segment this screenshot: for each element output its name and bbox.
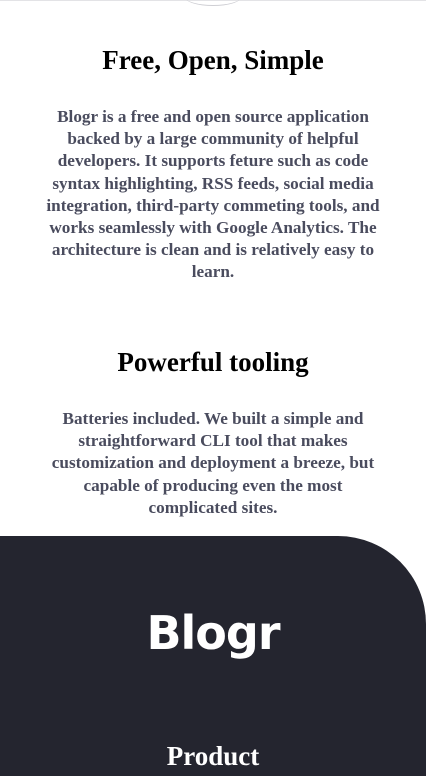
feature-powerful-tooling: Powerful tooling Batteries included. We …	[40, 346, 386, 519]
feature-free-open-simple: Free, Open, Simple Blogr is a free and o…	[40, 44, 386, 284]
previous-section-arc	[185, 0, 241, 6]
feature-title: Free, Open, Simple	[102, 45, 324, 75]
feature-description: Blogr is a free and open source applicat…	[46, 107, 380, 282]
site-footer: Blogr Product	[0, 536, 426, 776]
feature-description: Batteries included. We built a simple an…	[51, 409, 375, 517]
feature-title: Powerful tooling	[117, 347, 309, 377]
footer-logo[interactable]: Blogr	[0, 608, 426, 658]
footer-column-heading: Product	[166, 741, 260, 771]
